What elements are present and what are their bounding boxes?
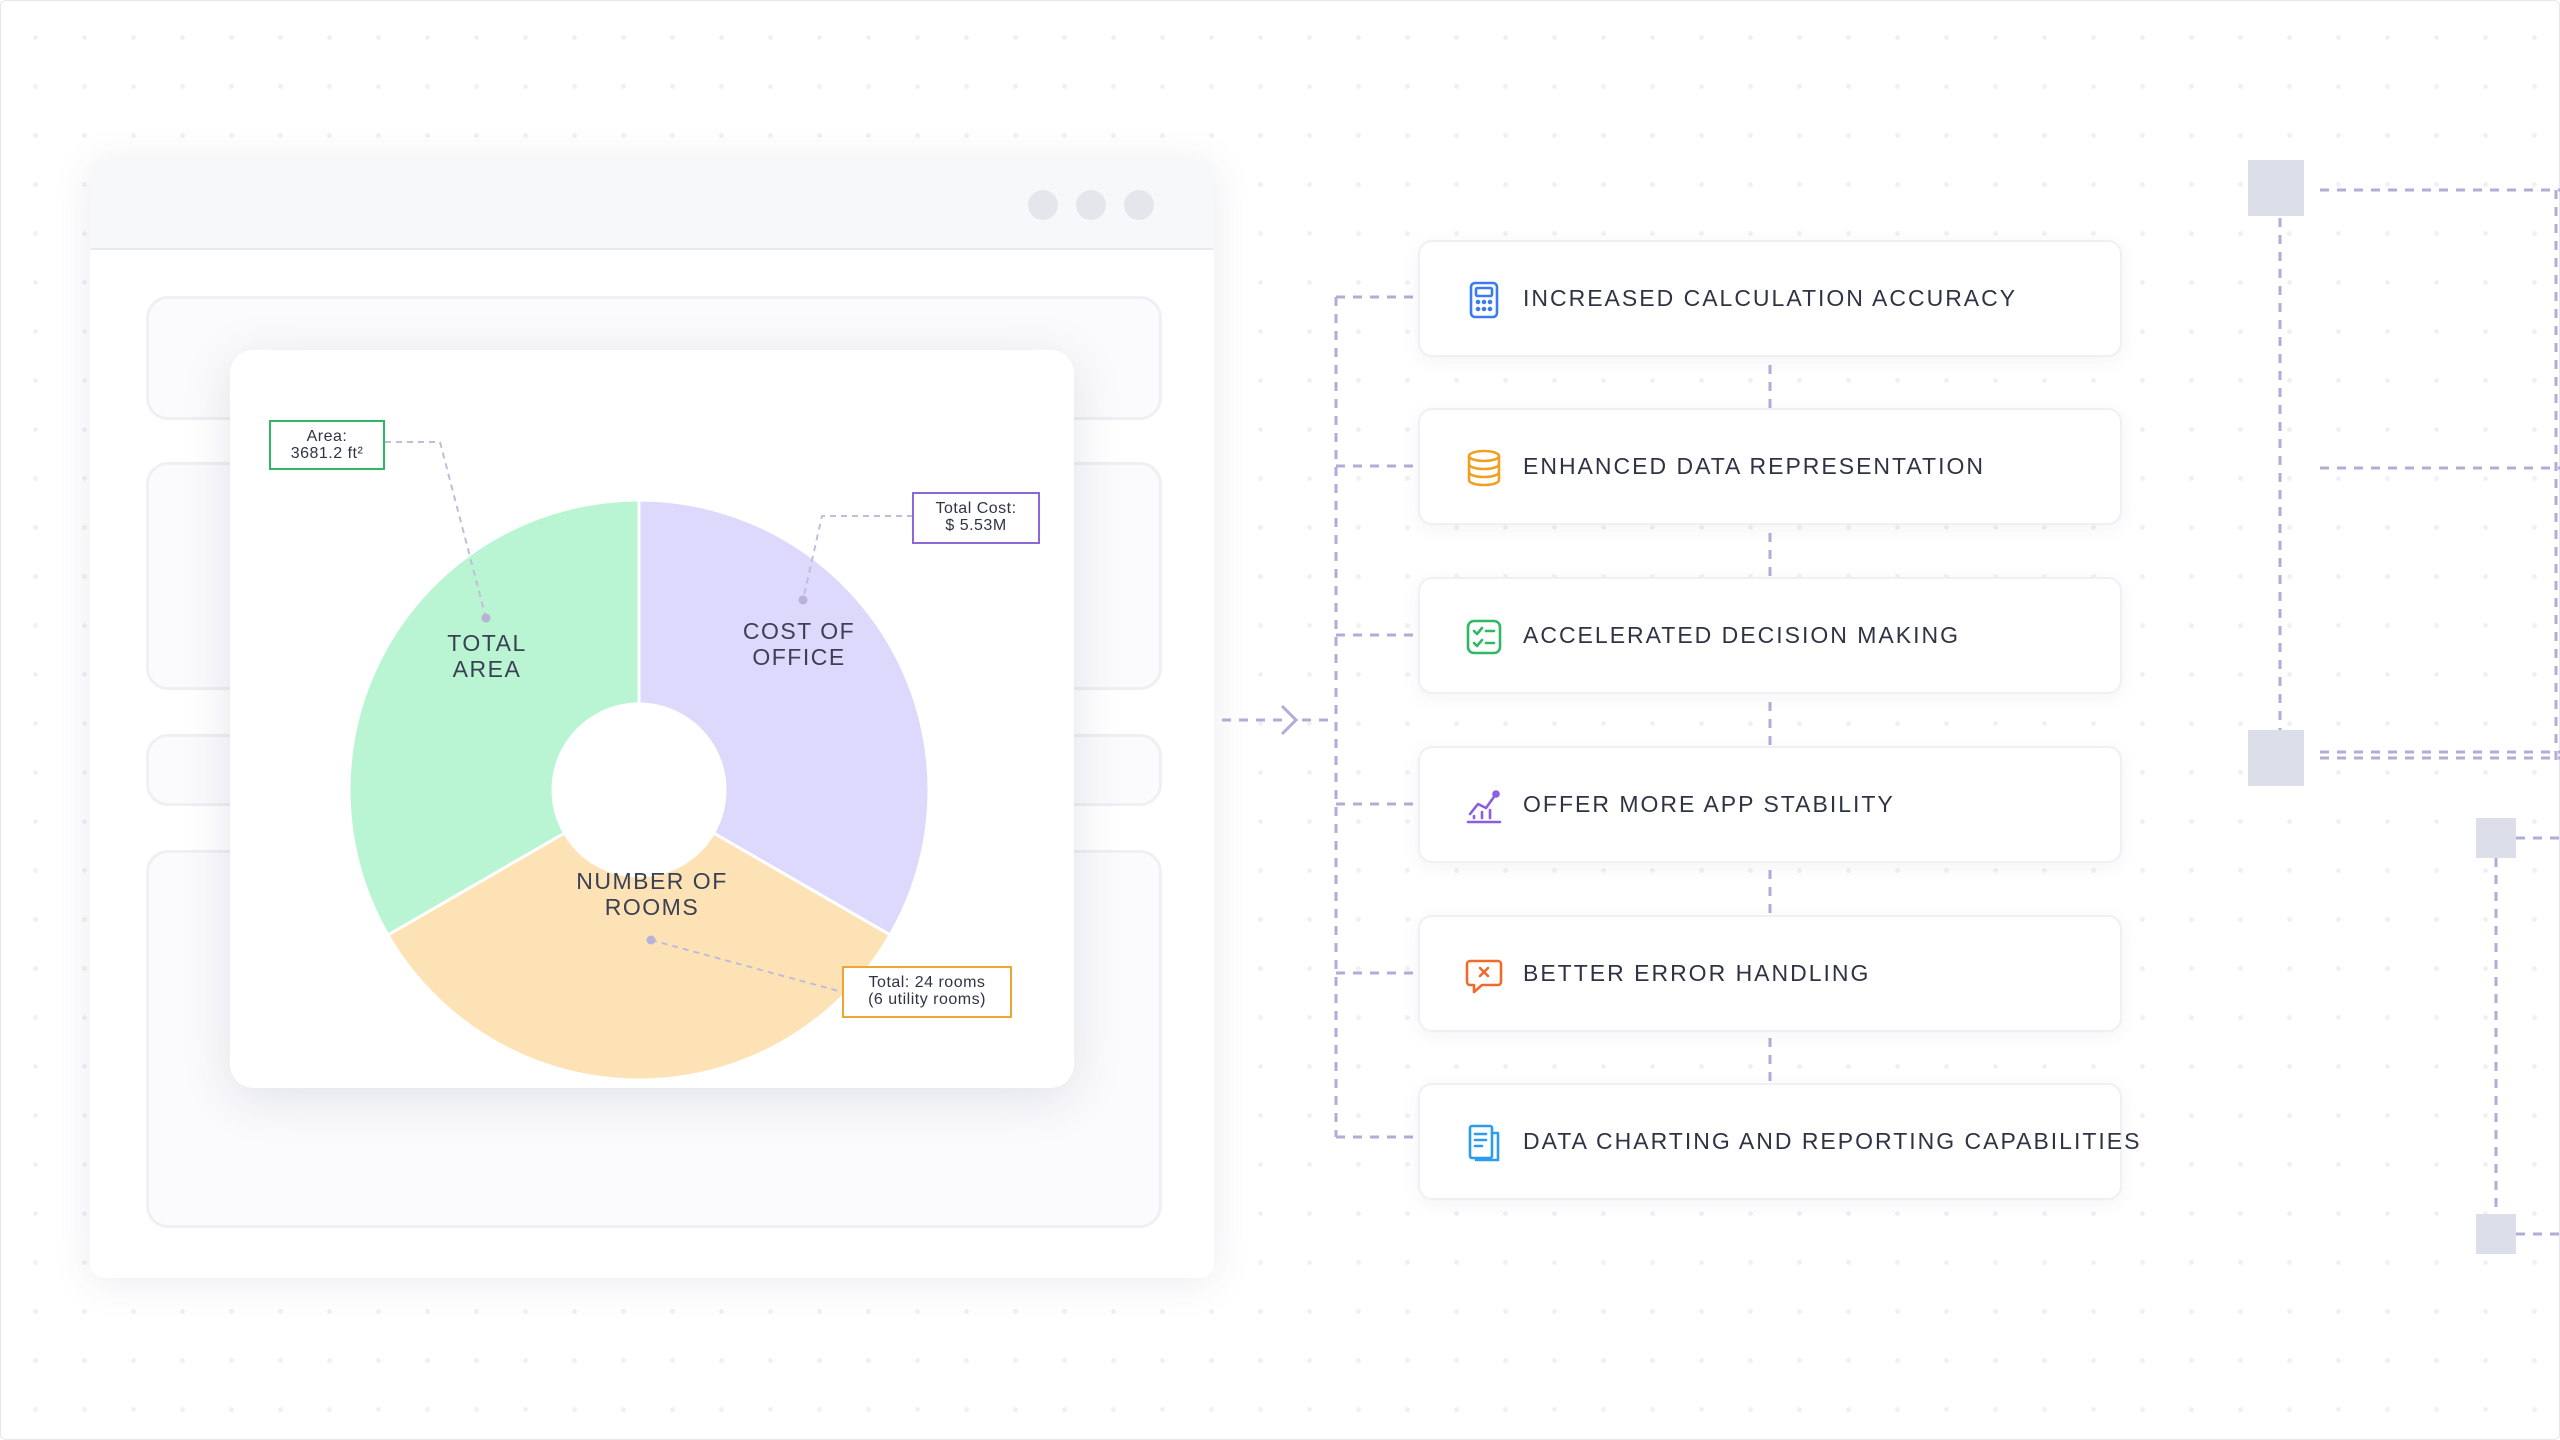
benefit-label: ACCELERATED DECISION MAKING xyxy=(1523,622,1960,648)
cost-anchor-dot xyxy=(798,595,808,605)
decorative-square xyxy=(2248,160,2304,216)
window-dot-icon xyxy=(1028,190,1058,220)
database-icon xyxy=(1464,448,1504,488)
benefit-card: ACCELERATED DECISION MAKING xyxy=(1418,577,2122,694)
benefit-label: INCREASED CALCULATION ACCURACY xyxy=(1523,285,2018,311)
benefit-card: ENHANCED DATA REPRESENTATION xyxy=(1418,408,2122,525)
benefit-label: DATA CHARTING AND REPORTING CAPABILITIES xyxy=(1523,1128,2142,1154)
benefit-card: DATA CHARTING AND REPORTING CAPABILITIES xyxy=(1418,1083,2139,1200)
error-message-icon xyxy=(1464,955,1504,995)
checklist-icon xyxy=(1464,617,1504,657)
cost-callout: Total Cost: $ 5.53M xyxy=(912,492,1040,544)
decorative-square xyxy=(2248,730,2304,786)
number-of-rooms-label: NUMBER OF ROOMS xyxy=(576,868,728,920)
cost-of-office-label: COST OF OFFICE xyxy=(742,618,856,670)
benefit-card: INCREASED CALCULATION ACCURACY xyxy=(1418,240,2122,357)
report-document-icon xyxy=(1464,1123,1504,1163)
window-dot-icon xyxy=(1076,190,1106,220)
growth-chart-icon xyxy=(1464,786,1504,826)
area-callout: Area: 3681.2 ft² xyxy=(269,420,385,470)
benefit-card: OFFER MORE APP STABILITY xyxy=(1418,746,2122,863)
calculator-icon xyxy=(1464,280,1504,320)
area-anchor-dot xyxy=(481,613,491,623)
window-title-bar xyxy=(90,160,1214,250)
rooms-anchor-dot xyxy=(646,935,656,945)
benefit-label: ENHANCED DATA REPRESENTATION xyxy=(1523,453,1985,479)
decorative-square xyxy=(2476,1214,2516,1254)
donut-chart-card: TOTAL AREA COST OF OFFICE NUMBER OF ROOMS A… xyxy=(230,350,1074,1088)
decorative-square xyxy=(2476,818,2516,858)
benefit-label: OFFER MORE APP STABILITY xyxy=(1523,791,1895,817)
window-dot-icon xyxy=(1124,190,1154,220)
benefit-label: BETTER ERROR HANDLING xyxy=(1523,960,1871,986)
rooms-callout: Total: 24 rooms (6 utility rooms) xyxy=(842,966,1012,1018)
total-area-label: TOTAL AREA xyxy=(447,630,527,682)
benefit-card: BETTER ERROR HANDLING xyxy=(1418,915,2122,1032)
